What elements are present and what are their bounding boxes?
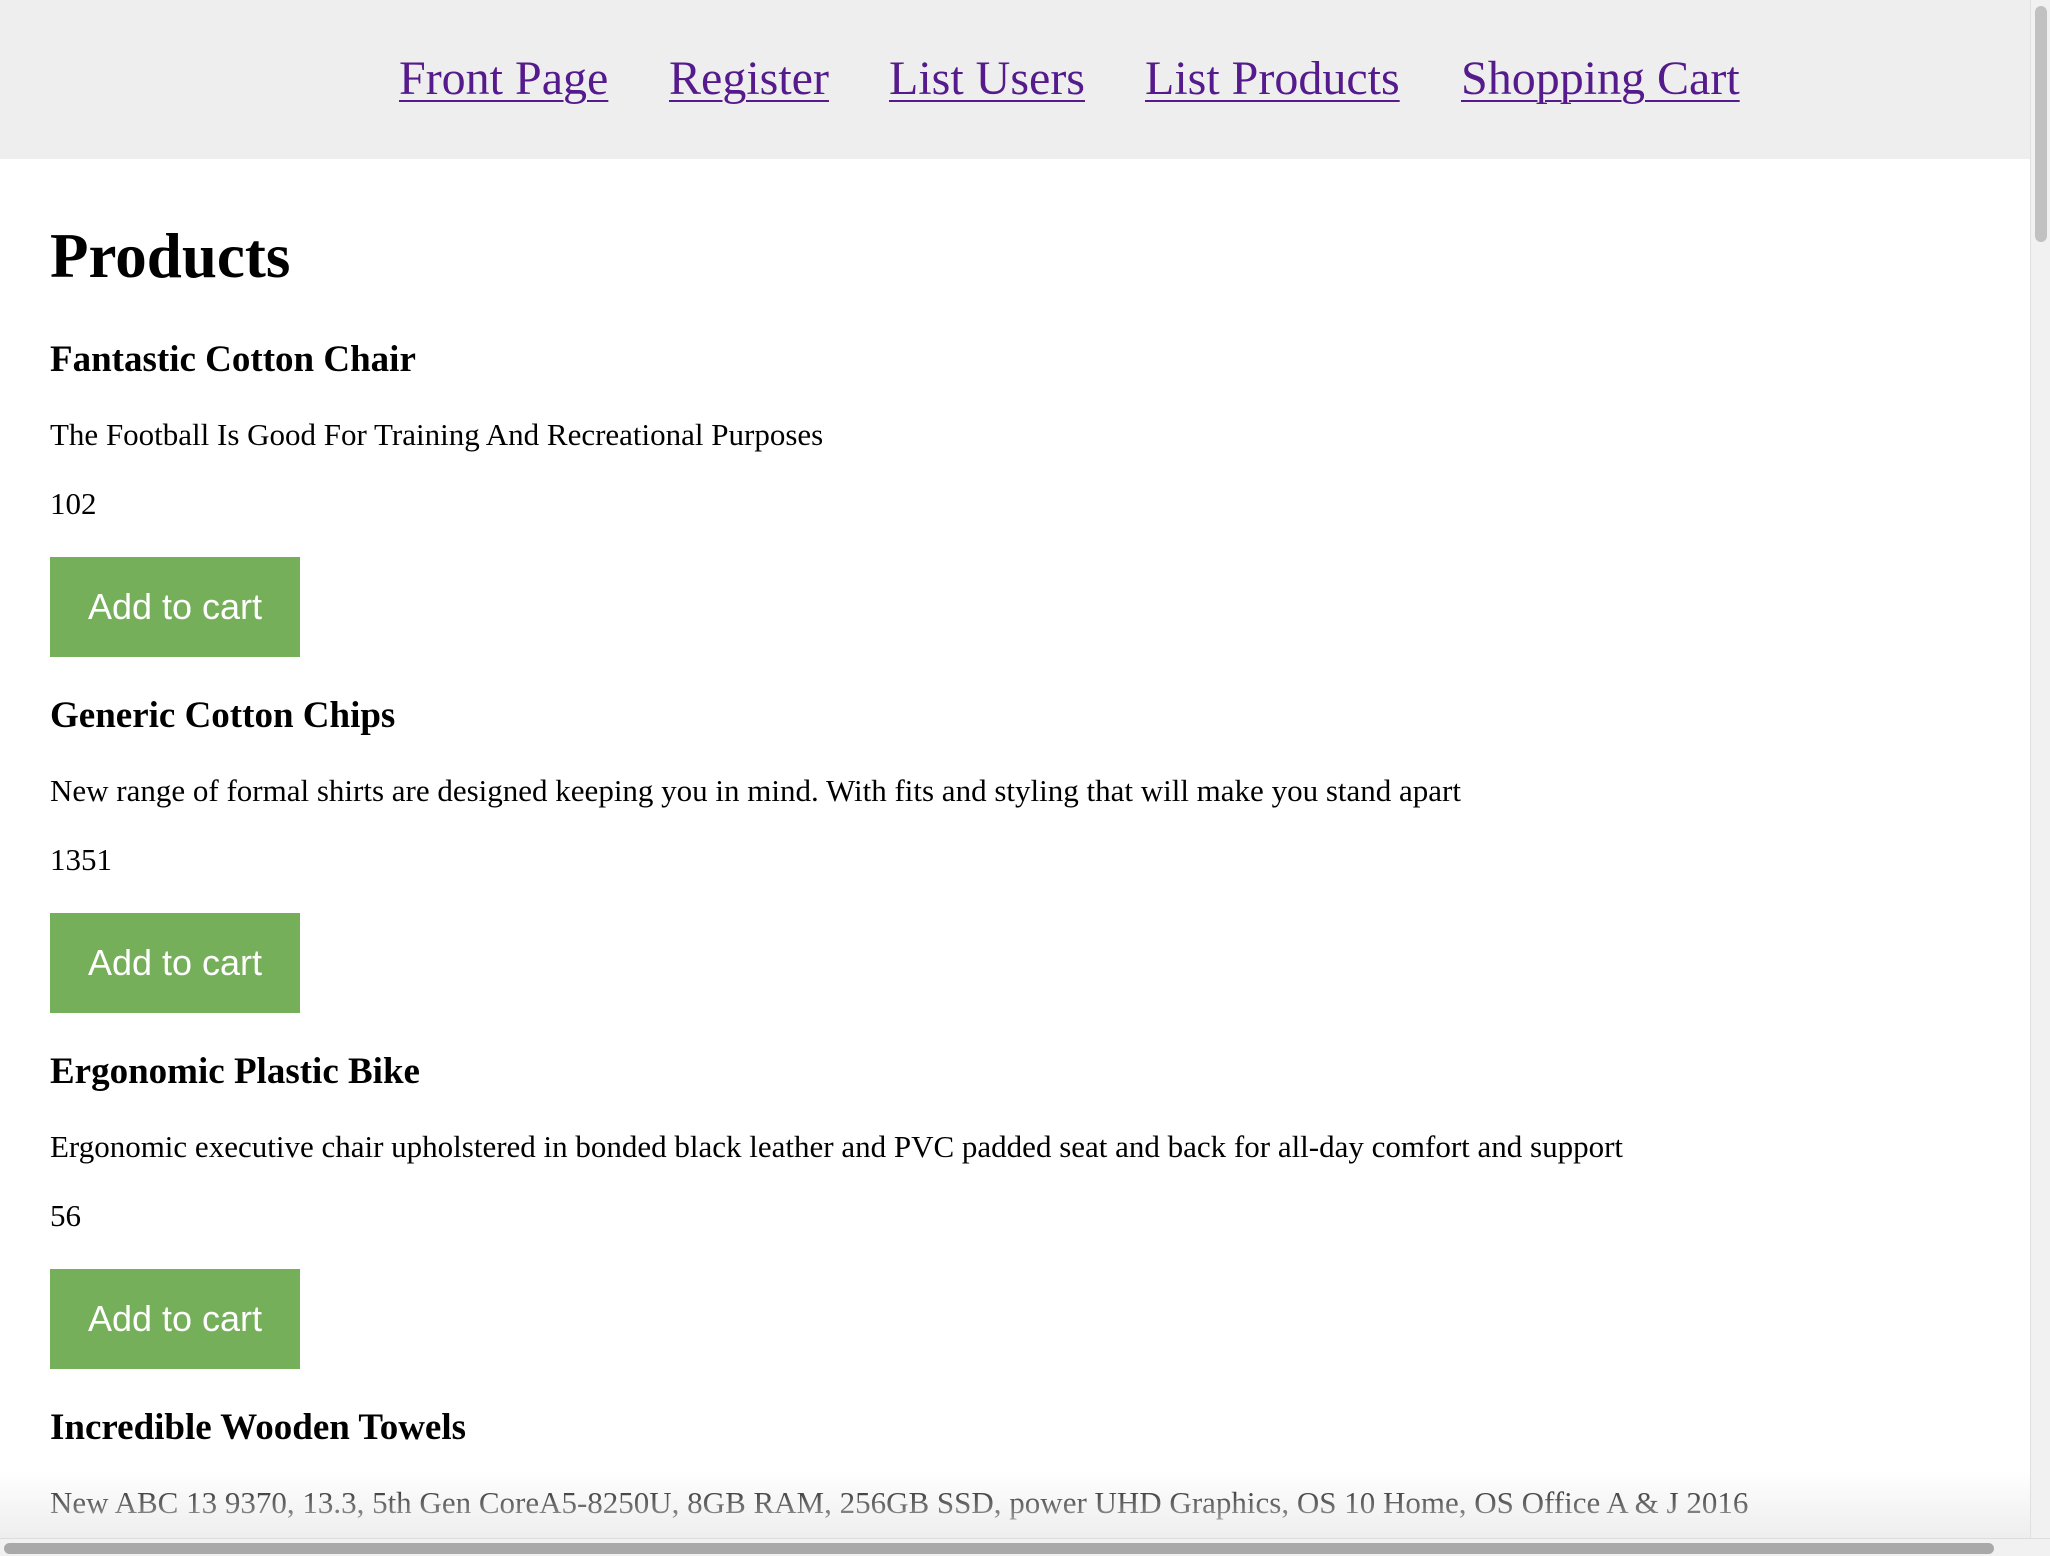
vertical-scrollbar[interactable] — [2030, 0, 2050, 1540]
product-description: The Football Is Good For Training And Re… — [50, 417, 824, 452]
product-price: 102 — [50, 486, 97, 521]
nav-link-register[interactable]: Register — [669, 50, 829, 108]
nav-link-shopping-cart[interactable]: Shopping Cart — [1461, 50, 1740, 108]
nav-link-list-users[interactable]: List Users — [889, 50, 1085, 108]
product-price: 56 — [50, 1198, 81, 1233]
nav-link-front-page[interactable]: Front Page — [399, 50, 608, 108]
top-navbar: Front Page Register List Users List Prod… — [0, 0, 2030, 159]
product-name: Fantastic Cotton Chair — [50, 339, 416, 380]
product-description: New ABC 13 9370, 13.3, 5th Gen CoreA5-82… — [50, 1485, 1749, 1520]
product-description: New range of formal shirts are designed … — [50, 773, 1461, 808]
add-to-cart-button[interactable]: Add to cart — [50, 1269, 300, 1369]
product-name: Ergonomic Plastic Bike — [50, 1051, 420, 1092]
page-title: Products — [50, 221, 291, 291]
add-to-cart-button[interactable]: Add to cart — [50, 913, 300, 1013]
vertical-scrollbar-thumb[interactable] — [2035, 6, 2047, 242]
add-to-cart-button[interactable]: Add to cart — [50, 557, 300, 657]
browser-viewport: Front Page Register List Users List Prod… — [0, 0, 2050, 1556]
product-name: Generic Cotton Chips — [50, 695, 396, 736]
nav-link-list-products[interactable]: List Products — [1145, 50, 1400, 108]
product-price: 1351 — [50, 842, 112, 877]
horizontal-scrollbar-thumb[interactable] — [4, 1543, 1994, 1554]
product-description: Ergonomic executive chair upholstered in… — [50, 1129, 1624, 1164]
horizontal-scrollbar[interactable] — [0, 1538, 2050, 1556]
product-name: Incredible Wooden Towels — [50, 1407, 467, 1448]
